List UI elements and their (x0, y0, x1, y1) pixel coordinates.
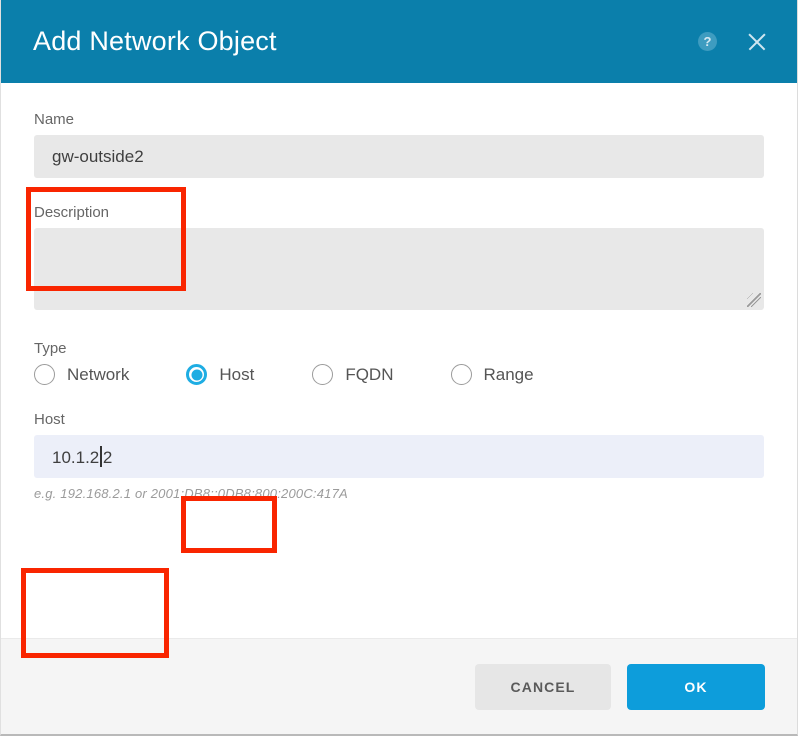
ok-button[interactable]: OK (627, 663, 765, 710)
type-field-group: Type Network Host FQDN Range (34, 340, 764, 385)
radio-circle-icon (34, 364, 55, 385)
help-circle-icon[interactable]: ? (698, 32, 717, 51)
radio-option-range[interactable]: Range (450, 364, 534, 385)
dialog-header: Add Network Object ? (1, 0, 797, 83)
description-textarea[interactable] (34, 228, 764, 310)
host-input[interactable]: 10.1.2 2 (34, 435, 764, 478)
radio-circle-icon (312, 364, 334, 385)
close-icon[interactable] (745, 30, 769, 54)
name-field-group: Name (34, 111, 764, 178)
description-textarea-wrap (34, 228, 764, 310)
name-input[interactable] (34, 135, 764, 178)
radio-circle-icon (450, 364, 472, 385)
type-radio-group: Network Host FQDN Range (34, 364, 764, 385)
host-input-value: 10.1.2 2 (52, 445, 113, 468)
radio-label-host: Host (219, 364, 255, 384)
add-network-object-dialog: Add Network Object ? Name Description Ty… (0, 0, 798, 736)
dialog-title: Add Network Object (33, 26, 277, 56)
dialog-footer: CANCEL OK (1, 638, 797, 734)
radio-option-network[interactable]: Network (34, 364, 129, 385)
host-field-group: Host 10.1.2 2 e.g. 192.168.2.1 or 2001:DB… (34, 411, 764, 501)
radio-circle-selected-icon (186, 364, 208, 385)
cancel-button[interactable]: CANCEL (475, 663, 611, 710)
text-caret (100, 445, 102, 467)
radio-label-fqdn: FQDN (345, 364, 394, 384)
header-actions: ? (698, 30, 769, 54)
description-label: Description (34, 204, 110, 221)
type-label: Type (34, 340, 67, 357)
host-hint-text: e.g. 192.168.2.1 or 2001:DB8::0DB8:800:2… (34, 486, 348, 501)
annotation-box-host-radio (181, 496, 277, 553)
radio-label-network: Network (67, 364, 130, 384)
radio-option-fqdn[interactable]: FQDN (312, 364, 394, 385)
description-field-group: Description (34, 204, 764, 310)
dialog-body: Name Description Type Network Host (1, 83, 797, 658)
host-value-before-caret: 10.1.2 (52, 447, 100, 467)
radio-label-range: Range (483, 364, 534, 384)
radio-option-host[interactable]: Host (186, 364, 254, 385)
name-label: Name (34, 111, 75, 128)
host-value-after-caret: 2 (102, 447, 113, 467)
host-label: Host (34, 411, 65, 428)
